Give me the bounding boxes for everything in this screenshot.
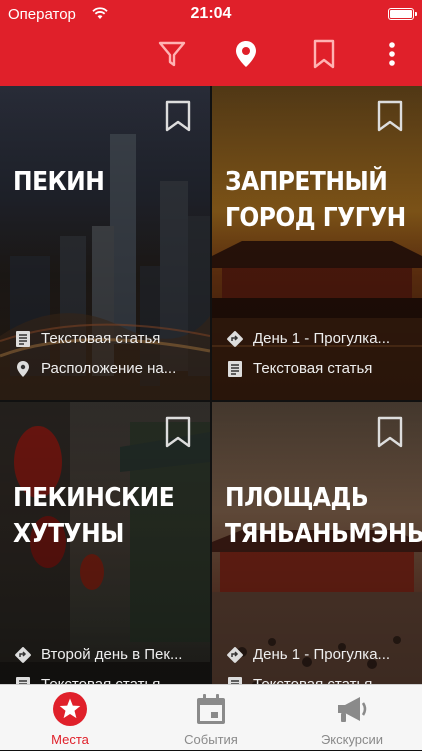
star-icon xyxy=(53,692,87,726)
card-meta-article: Текстовая статья xyxy=(226,674,414,684)
bookmark-icon[interactable] xyxy=(164,416,192,448)
battery-icon xyxy=(388,8,417,20)
meta-label: Текстовая статья xyxy=(253,360,373,377)
card-meta-location: Расположение на... xyxy=(14,358,202,382)
tab-events[interactable]: События xyxy=(141,685,281,751)
card-title: ПЛОЩАДЬ ТЯНЬАНЬМЭНЬ xyxy=(225,483,422,549)
article-icon xyxy=(16,677,30,684)
clock: 21:04 xyxy=(190,5,232,22)
meta-label: День 1 - Прогулка... xyxy=(253,330,391,347)
meta-label: Расположение на... xyxy=(41,360,177,377)
place-card[interactable]: ЗАПРЕТНЫЙ ГОРОД ГУГУН День 1 - Прогулка.… xyxy=(212,86,422,400)
place-card[interactable]: ПЕКИН Текстовая статья Расположение на..… xyxy=(0,86,210,400)
tab-label: Места xyxy=(51,732,89,747)
card-meta-route: День 1 - Прогулка... xyxy=(226,328,414,352)
more-vert-icon[interactable] xyxy=(376,38,408,70)
meta-label: День 1 - Прогулка... xyxy=(253,646,391,663)
bookmark-icon[interactable] xyxy=(308,38,340,70)
place-card[interactable]: ПЛОЩАДЬ ТЯНЬАНЬМЭНЬ День 1 - Прогулка...… xyxy=(212,402,422,684)
megaphone-icon xyxy=(338,697,367,722)
meta-label: Текстовая статья xyxy=(253,676,413,684)
card-title: ПЕКИНСКИЕ ХУТУНЫ xyxy=(13,483,175,549)
top-bar: Оператор 21:04 xyxy=(0,0,422,86)
tab-label: Экскурсии xyxy=(320,732,384,747)
card-title: ЗАПРЕТНЫЙ ГОРОД ГУГУН xyxy=(225,167,406,233)
places-grid: ПЕКИН Текстовая статья Расположение на..… xyxy=(0,86,422,684)
card-meta-article: Текстовая статья xyxy=(14,328,202,352)
tab-bar: Места События Экскурсии xyxy=(0,684,422,750)
card-meta-article: Текстовая статья xyxy=(226,358,414,382)
tab-places[interactable]: Места xyxy=(0,685,140,751)
location-pin-icon[interactable] xyxy=(230,38,262,70)
bookmark-icon[interactable] xyxy=(376,100,404,132)
bookmark-icon[interactable] xyxy=(376,416,404,448)
bookmark-icon[interactable] xyxy=(164,100,192,132)
location-icon xyxy=(17,361,29,377)
status-bar: Оператор 21:04 xyxy=(0,0,422,30)
tab-tours[interactable]: Экскурсии xyxy=(282,685,422,751)
card-overlay xyxy=(212,86,422,400)
tab-label: События xyxy=(184,732,238,747)
card-title: ПЕКИН xyxy=(13,167,105,197)
route-icon xyxy=(227,647,243,663)
meta-label: Второй день в Пек... xyxy=(41,646,183,663)
card-meta-article: Текстовая статья xyxy=(14,674,202,684)
card-meta-route: День 1 - Прогулка... xyxy=(226,644,414,668)
card-overlay xyxy=(0,86,210,400)
meta-label: Текстовая статья xyxy=(41,330,161,347)
route-icon xyxy=(15,647,31,663)
meta-label: Текстовая статья xyxy=(41,676,201,684)
card-meta-route: Второй день в Пек... xyxy=(14,644,202,668)
article-icon xyxy=(228,677,242,684)
route-icon xyxy=(227,331,243,347)
article-icon xyxy=(228,361,242,377)
article-icon xyxy=(16,331,30,347)
place-card[interactable]: ПЕКИНСКИЕ ХУТУНЫ Второй день в Пек... Те… xyxy=(0,402,210,684)
filter-icon[interactable] xyxy=(156,38,188,70)
calendar-icon xyxy=(197,694,225,724)
